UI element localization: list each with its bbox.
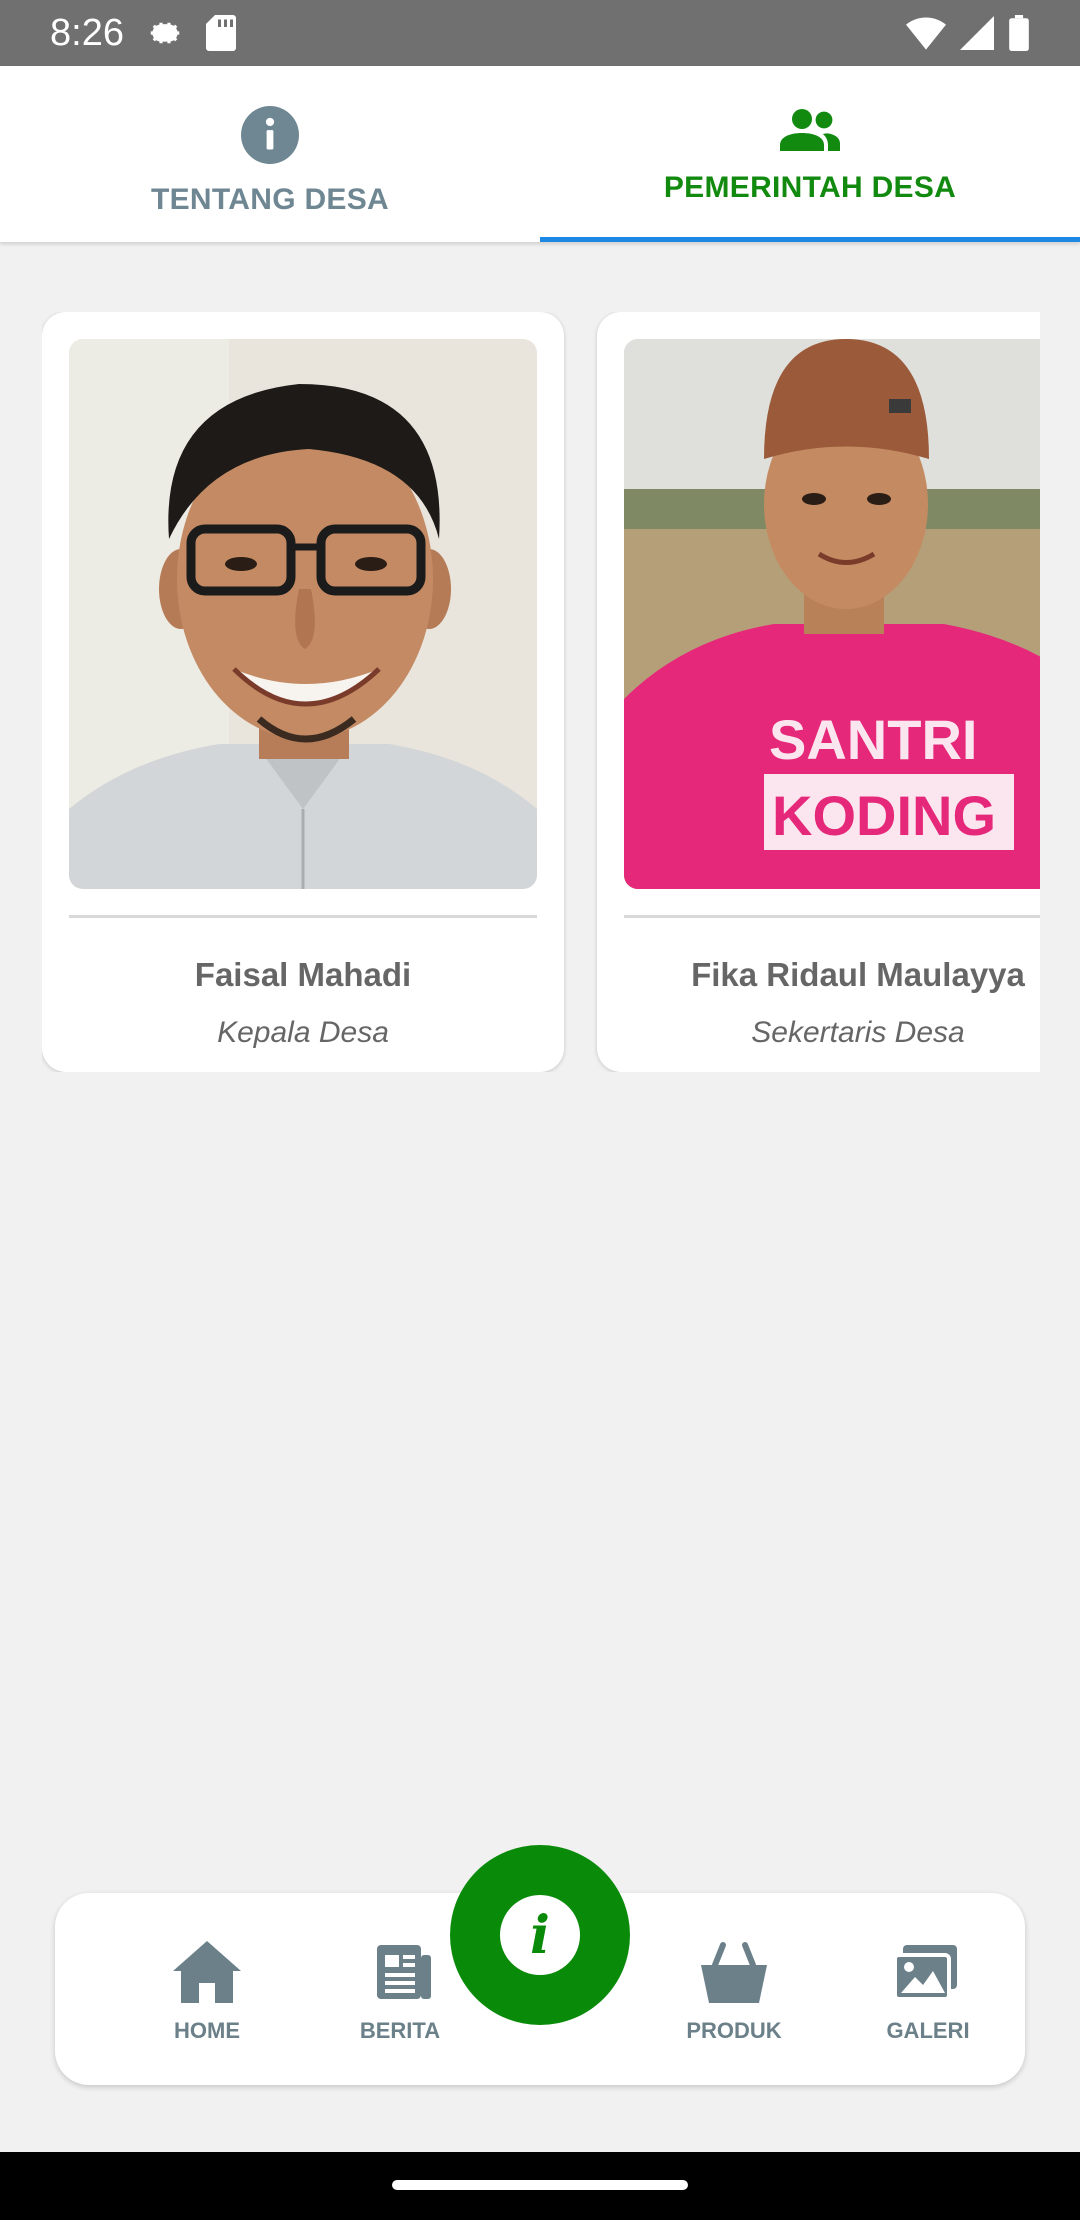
shirt-text-koding: KODING (772, 784, 996, 847)
basket-icon (701, 1941, 767, 2008)
tab-bar: TENTANG DESA PEMERINTAH DESA (0, 66, 1080, 242)
status-bar: 8:26 (0, 0, 1080, 66)
nav-label-berita: BERITA (359, 2018, 441, 2043)
people-icon (780, 106, 840, 157)
official-card[interactable]: SANTRI KODING Fika Ridaul Maulayya Seker… (597, 312, 1040, 1072)
newspaper-icon (369, 1941, 431, 2008)
nav-label-produk: PRODUK (686, 2018, 782, 2043)
officials-carousel[interactable]: Faisal Mahadi Kepala Desa SANTRI KODING (42, 312, 1040, 1072)
nav-label-galeri: GALERI (886, 2018, 970, 2043)
nav-galeri[interactable]: GALERI (848, 1941, 1008, 2044)
card-divider (624, 915, 1040, 918)
official-photo: SANTRI KODING (624, 339, 1040, 889)
tab-label-tentang-desa: TENTANG DESA (150, 183, 390, 216)
nav-produk[interactable]: PRODUK (654, 1941, 814, 2044)
info-icon (241, 106, 299, 169)
tab-tentang-desa[interactable]: TENTANG DESA (0, 66, 540, 242)
home-gesture-bar[interactable] (392, 2180, 688, 2190)
battery-icon (1008, 15, 1030, 51)
official-name: Faisal Mahadi (194, 956, 412, 993)
nav-label-home: HOME (174, 2018, 240, 2043)
official-card[interactable]: Faisal Mahadi Kepala Desa (42, 312, 564, 1072)
official-role: Sekertaris Desa (751, 1016, 965, 1049)
card-divider (69, 915, 537, 918)
official-photo (69, 339, 537, 889)
official-role: Kepala Desa (217, 1016, 389, 1049)
tab-label-pemerintah-desa: PEMERINTAH DESA (663, 171, 957, 204)
status-time: 8:26 (50, 11, 124, 54)
gallery-icon (893, 1941, 961, 2008)
nav-home[interactable]: HOME (127, 1941, 287, 2044)
home-icon (173, 1941, 241, 2008)
tab-pemerintah-desa[interactable]: PEMERINTAH DESA (540, 66, 1080, 242)
wifi-icon (906, 16, 946, 50)
settings-icon (146, 14, 184, 52)
signal-icon (960, 16, 994, 50)
sd-card-icon (205, 15, 236, 51)
info-icon: i (500, 1895, 580, 1975)
official-name: Fika Ridaul Maulayya (691, 956, 1025, 993)
shirt-text-santri: SANTRI (769, 708, 977, 771)
info-fab-button[interactable]: i (450, 1845, 630, 2025)
